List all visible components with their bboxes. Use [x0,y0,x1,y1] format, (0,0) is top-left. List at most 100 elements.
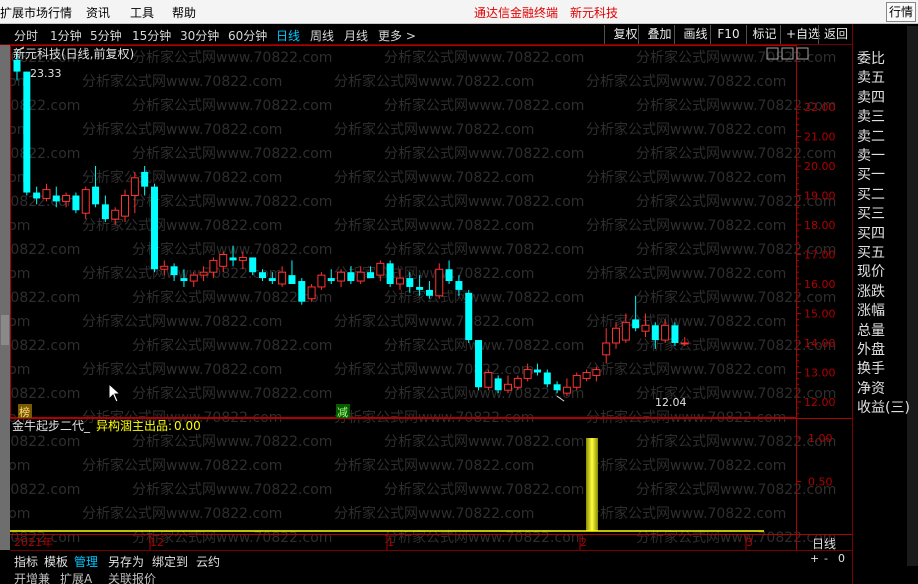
watermark-text: 分析家公式网www.70822.com [384,337,584,354]
tab-monthly[interactable]: 月线 [344,27,368,44]
watermark-layer: 分析家公式网www.70822.com分析家公式网www.70822.com分析… [10,49,836,546]
zoom-in-button[interactable]: + [810,552,819,565]
tab-indicator[interactable]: 指标 [14,553,38,570]
tab-5min[interactable]: 5分钟 [90,27,122,44]
watermark-text: 分析家公式网www.70822.com [334,313,534,330]
price-tick-label: 13.00 [804,367,836,380]
quote-field-1[interactable]: 卖五 [857,67,885,87]
tab-30min[interactable]: 30分钟 [180,27,219,44]
candle[interactable] [572,372,581,391]
quote-field-8[interactable]: 买三 [857,203,885,223]
zoom-out-button[interactable]: - [824,552,828,565]
f10-button[interactable]: F10 [710,25,746,44]
quote-field-7[interactable]: 买二 [857,184,885,204]
watermark-text: 分析家公式网www.70822.com [384,433,584,450]
tab-timeshare[interactable]: 分时 [14,27,38,44]
tab-more[interactable]: 更多 > [378,27,416,44]
candle[interactable] [72,192,80,214]
candle[interactable] [543,369,551,388]
menu-news[interactable]: 资讯 [86,4,110,21]
price-tick-label: 16.00 [804,278,836,291]
menu-extended-market[interactable]: 扩展市场行情 [0,4,72,21]
candle[interactable] [445,260,453,284]
watermark-text: 分析家公式网www.70822.com [10,241,80,258]
quote-field-0[interactable]: 委比 [857,48,885,68]
tab-weekly[interactable]: 周线 [310,27,334,44]
watermark-text: 分析家公式网www.70822.com [10,481,80,498]
candle[interactable] [307,284,316,302]
menu-bar: 扩展市场行情 资讯 工具 帮助 通达信金融终端 新元科技 行情 [0,0,918,24]
candle[interactable] [671,322,679,346]
candle[interactable] [475,340,483,391]
candle[interactable] [386,260,394,287]
candle[interactable] [150,183,158,273]
quote-field-13[interactable]: 涨幅 [857,300,885,320]
quote-field-11[interactable]: 现价 [857,261,885,281]
tab-15min[interactable]: 15分钟 [132,27,171,44]
quote-field-14[interactable]: 总量 [857,320,885,340]
kline-chart-area[interactable]: 分析家公式网www.70822.com分析家公式网www.70822.com分析… [10,45,852,550]
quote-field-9[interactable]: 买四 [857,223,885,243]
back-button[interactable]: 返回 [818,25,852,44]
candle[interactable] [562,378,571,397]
tab-manage[interactable]: 管理 [74,553,98,570]
candle[interactable] [484,369,493,391]
quote-field-4[interactable]: 卖二 [857,126,885,146]
tab-save-as[interactable]: 另存为 [108,553,144,570]
indicator-bar[interactable] [586,438,598,531]
watermark-text: 分析家公式网www.70822.com [82,457,282,474]
price-tick-label: 18.00 [804,219,836,232]
candle[interactable] [298,278,306,305]
tab-template[interactable]: 模板 [44,553,68,570]
watermark-text: 分析家公式网www.70822.com [586,265,786,282]
quote-field-10[interactable]: 买五 [857,242,885,262]
kline-chart[interactable]: 分析家公式网www.70822.com分析家公式网www.70822.com分析… [10,45,852,550]
tab-1min[interactable]: 1分钟 [50,27,82,44]
tab-cloud[interactable]: 云约 [196,553,220,570]
left-scrollbar[interactable] [0,45,10,550]
sub-item-3[interactable]: 关联报价 [108,570,156,584]
quote-field-18[interactable]: 收益(三) [857,397,910,417]
quote-button[interactable]: 行情 [886,2,916,22]
quote-field-6[interactable]: 买一 [857,164,885,184]
candle[interactable] [288,260,296,284]
quote-field-12[interactable]: 涨跌 [857,281,885,301]
menu-help[interactable]: 帮助 [172,4,196,21]
price-tick-label: 14.00 [804,337,836,350]
candle[interactable] [23,71,31,196]
candle[interactable] [465,289,473,343]
indicator-tick-label: 0.50 [808,476,833,489]
candle[interactable] [533,363,541,376]
quote-field-5[interactable]: 卖一 [857,145,885,165]
candle[interactable] [317,272,326,290]
tab-bind-to[interactable]: 绑定到 [152,553,188,570]
quote-field-16[interactable]: 换手 [857,358,885,378]
watermark-text: 分析家公式网www.70822.com [384,193,584,210]
candle[interactable] [42,183,51,202]
candle[interactable] [81,186,90,220]
quote-field-17[interactable]: 净资 [857,378,885,398]
candle[interactable] [602,328,611,364]
zoom-reset-button[interactable]: 0 [838,552,845,565]
price-tick-label: 17.00 [804,249,836,262]
quote-panel-scrollbar[interactable] [907,26,918,566]
candle[interactable] [504,375,512,394]
quote-field-2[interactable]: 卖四 [857,87,885,107]
sub-item-2[interactable]: 扩展A [60,570,92,584]
add-watchlist-button[interactable]: +自选 [780,25,820,44]
menu-tools[interactable]: 工具 [130,4,154,21]
quote-field-15[interactable]: 外盘 [857,339,885,359]
badge-left: 榜 [19,405,30,419]
candle[interactable] [337,269,346,287]
price-tick-label: 19.00 [804,190,836,203]
tab-60min[interactable]: 60分钟 [228,27,267,44]
sub-item-1[interactable]: 开增兼 [14,570,50,584]
candle[interactable] [101,195,109,223]
tab-daily[interactable]: 日线 [276,27,300,44]
mark-button[interactable]: 标记 [746,25,782,44]
quote-field-3[interactable]: 卖三 [857,106,885,126]
zoom-controls: + - 0 [808,552,850,566]
x-label-dec: 12 [150,536,164,549]
watermark-text: 分析家公式网www.70822.com [586,73,786,90]
scrollbar-thumb[interactable] [1,315,9,345]
